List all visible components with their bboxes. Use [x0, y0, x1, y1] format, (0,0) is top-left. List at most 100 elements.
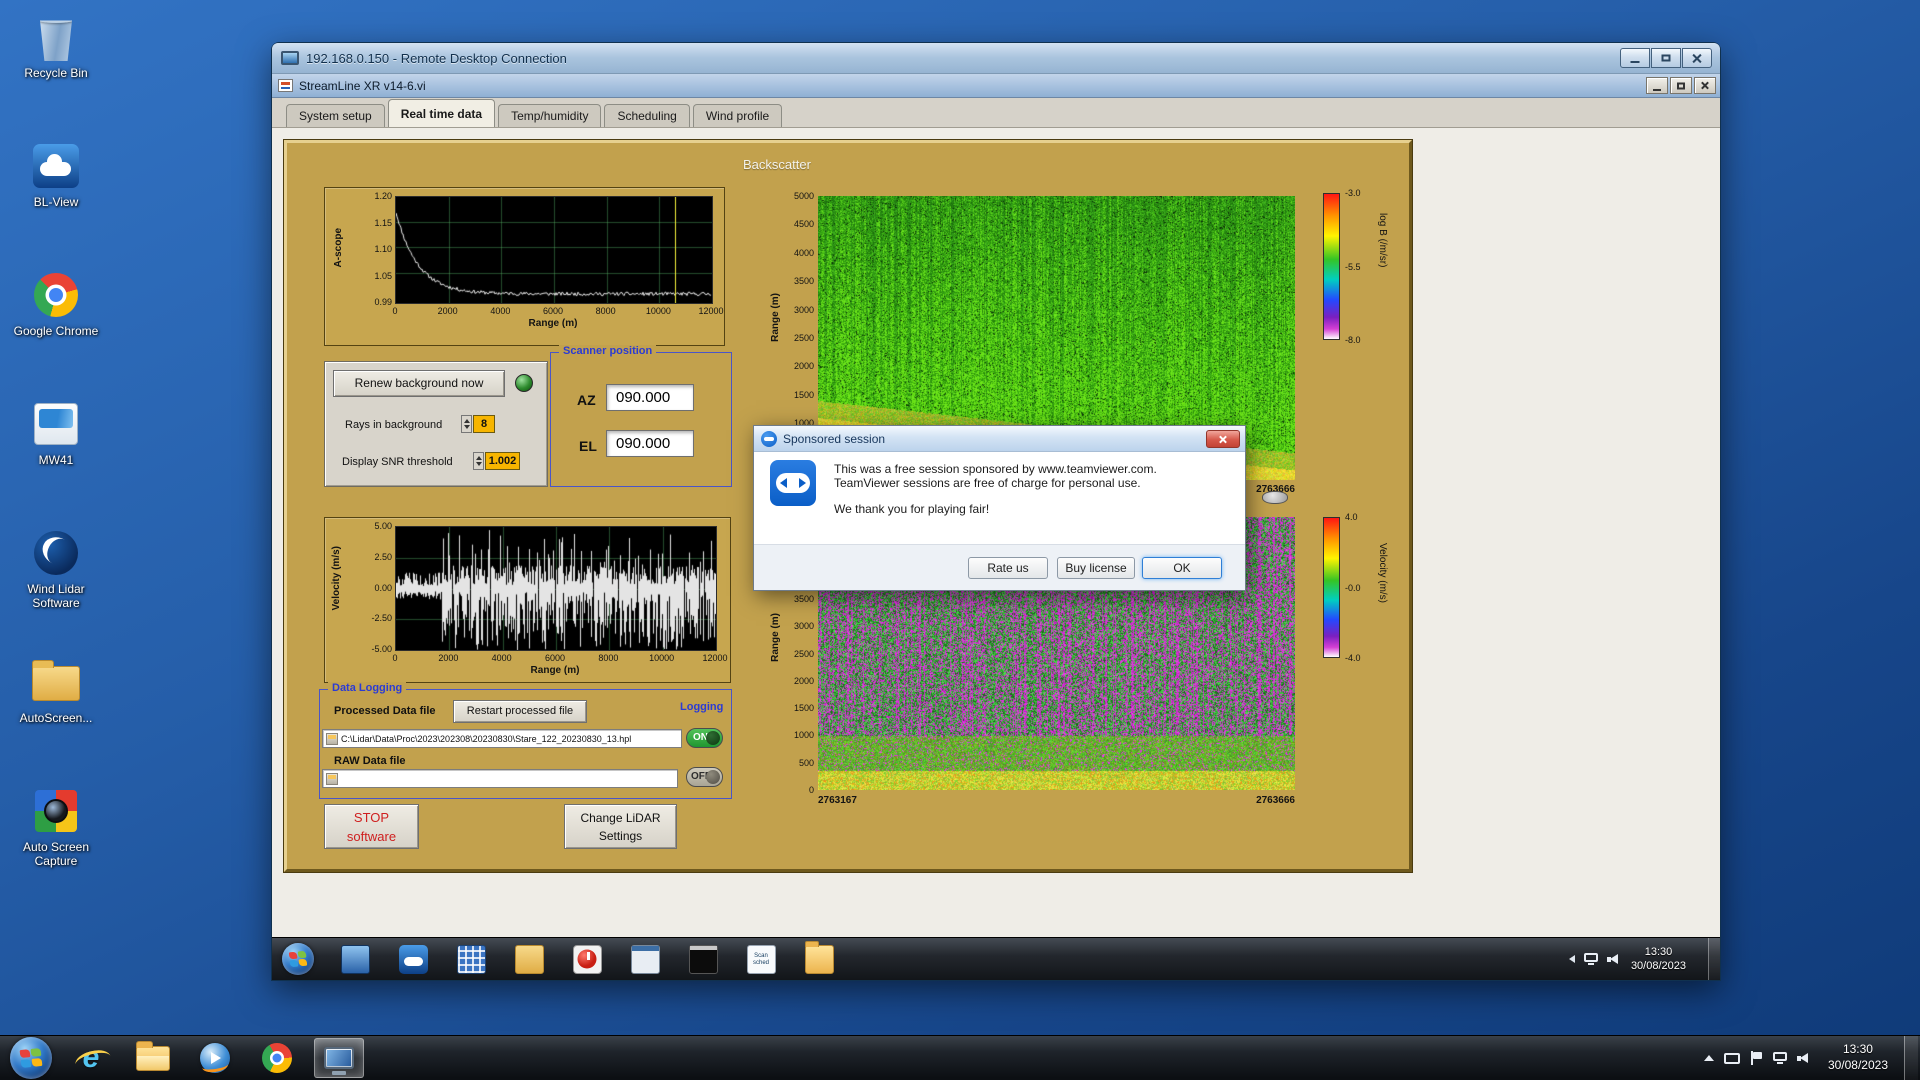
processed-path-field[interactable]: C:\Lidar\Data\Proc\2023\202308\20230830\… [322, 729, 682, 748]
network-icon[interactable] [1773, 1052, 1787, 1064]
close-button[interactable] [1682, 48, 1712, 68]
az-label: AZ [577, 392, 596, 408]
snr-spinner[interactable] [473, 452, 484, 470]
remote-taskbar-item-bl-view[interactable] [396, 942, 430, 976]
renew-background-button[interactable]: Renew background now [333, 370, 505, 397]
restart-processed-file-button[interactable]: Restart processed file [453, 700, 587, 723]
rays-spinner[interactable] [461, 415, 472, 433]
tab-temp-humidity[interactable]: Temp/humidity [498, 104, 601, 127]
raw-path-field[interactable] [322, 769, 678, 788]
el-field[interactable]: 090.000 [606, 430, 694, 457]
el-label: EL [579, 438, 597, 454]
y-tick-label: 4500 [784, 219, 814, 229]
y-tick-label: 2000 [784, 676, 814, 686]
y-tick-label: 1.20 [356, 191, 392, 201]
windows-flag-icon [20, 1048, 43, 1068]
remote-show-desktop-button[interactable] [1708, 938, 1720, 980]
desktop-icon-wind-lidar-software[interactable]: Wind Lidar Software [6, 528, 106, 657]
maximize-button[interactable] [1651, 48, 1681, 68]
remote-clock[interactable]: 13:30 30/08/2023 [1631, 945, 1686, 974]
rdp-titlebar[interactable]: 192.168.0.150 - Remote Desktop Connectio… [272, 43, 1720, 74]
tab-scheduling[interactable]: Scheduling [604, 104, 689, 127]
velocity-colorbar [1323, 517, 1340, 658]
remote-taskbar-item-scan-sched[interactable]: Scan sched [744, 942, 778, 976]
rays-value[interactable]: 8 [473, 415, 495, 433]
desktop-icon-bl-view[interactable]: BL-View [6, 141, 106, 270]
buy-license-button[interactable]: Buy license [1057, 557, 1135, 579]
desktop-icon-list: Recycle Bin BL-View Google ChromeMW41Wind … [6, 12, 106, 915]
raw-logging-toggle[interactable]: OFF [686, 767, 723, 787]
remote-taskbar-item-rdp-grid[interactable] [454, 942, 488, 976]
processed-logging-toggle[interactable]: ON [686, 728, 723, 748]
desktop-icon-mw41[interactable]: MW41 [6, 399, 106, 528]
tab-real-time-data[interactable]: Real time data [388, 99, 495, 127]
colorbar-tick-label: 4.0 [1345, 512, 1377, 522]
app-window-controls [1646, 77, 1716, 94]
desktop-icon-auto-screen-capture[interactable]: Auto Screen Capture [6, 786, 106, 915]
y-tick-label: 3000 [784, 621, 814, 631]
a-scope-ylabel: A-scope [333, 228, 344, 267]
action-center-flag-icon[interactable] [1750, 1051, 1763, 1065]
dialog-title: Sponsored session [783, 432, 885, 446]
tab-wind-profile[interactable]: Wind profile [693, 104, 782, 127]
rate-us-button[interactable]: Rate us [968, 557, 1048, 579]
toggle-knob-icon [706, 770, 720, 784]
change-lidar-settings-button[interactable]: Change LiDAR Settings [564, 804, 677, 849]
remote-start-button[interactable] [282, 943, 314, 975]
volume-icon[interactable] [1797, 1052, 1812, 1064]
volume-icon[interactable] [1607, 953, 1622, 965]
background-controls-panel: Renew background now Rays in background … [324, 361, 548, 487]
desktop-icon-label: BL-View [34, 196, 78, 210]
ok-button[interactable]: OK [1142, 557, 1222, 579]
desktop-icon-autoscreen[interactable]: AutoScreen... [6, 657, 106, 786]
clock[interactable]: 13:30 30/08/2023 [1828, 1042, 1888, 1073]
autoscreen-icon [32, 666, 80, 701]
scan-sched-icon: Scan sched [747, 945, 776, 974]
docs-icon [515, 945, 544, 974]
desktop-icon-google-chrome[interactable]: Google Chrome [6, 270, 106, 399]
taskbar-remote-desktop-active[interactable] [314, 1038, 364, 1078]
minimize-button[interactable] [1620, 48, 1650, 68]
tab-system-setup[interactable]: System setup [286, 104, 385, 127]
close-icon [1692, 53, 1703, 64]
app-restore-button[interactable] [1670, 77, 1692, 94]
vi-file-icon [278, 79, 293, 92]
y-tick-label: 3500 [784, 594, 814, 604]
app-minimize-button[interactable] [1646, 77, 1668, 94]
x-tick-label: 8000 [582, 306, 630, 316]
dialog-close-button[interactable] [1206, 430, 1240, 448]
show-desktop-button[interactable] [1904, 1036, 1918, 1080]
taskbar-media-player[interactable] [190, 1038, 240, 1078]
input-indicator-icon[interactable] [1724, 1053, 1740, 1064]
app-titlebar[interactable]: StreamLine XR v14-6.vi [272, 74, 1720, 98]
az-field[interactable]: 090.000 [606, 384, 694, 411]
tray-expand-icon[interactable] [1569, 955, 1575, 963]
app-close-button[interactable] [1694, 77, 1716, 94]
processed-data-file-label: Processed Data file [334, 705, 436, 717]
desktop-icon-recycle-bin[interactable]: Recycle Bin [6, 12, 106, 141]
tray-expand-icon[interactable] [1704, 1055, 1714, 1061]
logging-label: Logging [680, 701, 723, 713]
dialog-titlebar[interactable]: Sponsored session [754, 426, 1245, 452]
snr-value[interactable]: 1.002 [485, 452, 520, 470]
stop-software-button[interactable]: STOP software [324, 804, 419, 849]
teamviewer-logo-oval [776, 473, 810, 493]
desktop: Recycle BinBL-ViewGoogle ChromeMW41Wind … [0, 0, 1920, 1080]
taskbar-file-explorer[interactable] [128, 1038, 178, 1078]
velocity-heatmap-x-end: 2763666 [1195, 795, 1295, 806]
remote-taskbar-item-power[interactable] [570, 942, 604, 976]
remote-taskbar-item-xr-vi[interactable] [628, 942, 662, 976]
taskbar-chrome[interactable] [252, 1038, 302, 1078]
network-icon[interactable] [1584, 953, 1598, 965]
remote-taskbar-item-docs[interactable] [512, 942, 546, 976]
start-button[interactable] [10, 1037, 52, 1079]
taskbar-internet-explorer[interactable]: e [66, 1038, 116, 1078]
slider-knob[interactable] [1262, 491, 1288, 504]
remote-taskbar-item-console[interactable] [686, 942, 720, 976]
background-led-icon [515, 374, 533, 392]
remote-taskbar-item-explorer[interactable] [802, 942, 836, 976]
x-tick-label: 6000 [529, 306, 577, 316]
dialog-footer: Rate us Buy license OK [754, 544, 1245, 590]
remote-taskbar-item-photo-app[interactable] [338, 942, 372, 976]
minimize-icon [1631, 61, 1640, 63]
